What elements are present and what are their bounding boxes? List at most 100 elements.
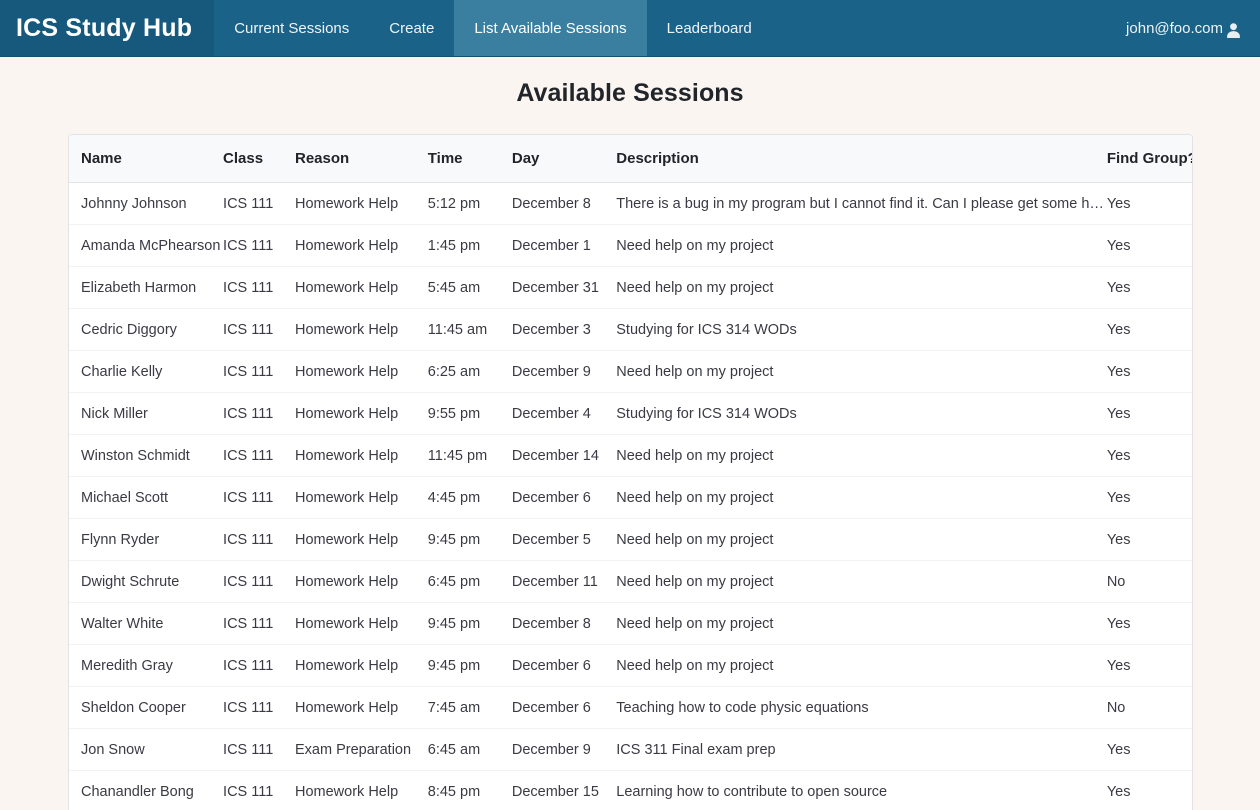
table-row[interactable]: Johnny Johnson ICS 111 Homework Help 5:12 p… <box>69 183 1192 225</box>
cell-name: Elizabeth Harmon <box>81 280 197 296</box>
table-row[interactable]: Jon Snow ICS 111 Exam Preparation 6:45 am De… <box>69 729 1192 771</box>
column-header-find-group[interactable]: Find Group? <box>1107 135 1192 183</box>
available-sessions-table: Name Class Reason Time Day Description F… <box>69 135 1192 810</box>
cell-find-group: Yes <box>1106 280 1131 296</box>
cell-day: December 6 <box>511 658 591 674</box>
cell-day: December 8 <box>511 616 591 632</box>
cell-time: 9:45 pm <box>427 616 481 632</box>
cell-class: ICS 111 <box>223 490 274 506</box>
cell-find-group: No <box>1106 700 1126 716</box>
cell-day: December 5 <box>511 532 591 548</box>
cell-class: ICS 111 <box>223 574 274 590</box>
cell-time: 9:55 pm <box>427 406 481 422</box>
cell-day: December 6 <box>511 700 591 716</box>
column-header-description[interactable]: Description <box>616 135 1107 183</box>
cell-find-group: Yes <box>1106 616 1131 632</box>
cell-class: ICS 111 <box>223 784 274 800</box>
table-row[interactable]: Winston Schmidt ICS 111 Homework Help 11:45… <box>69 435 1192 477</box>
cell-find-group: Yes <box>1106 490 1131 506</box>
column-header-name[interactable]: Name <box>69 135 223 183</box>
cell-name: Michael Scott <box>81 490 169 506</box>
table-row[interactable]: Charlie Kelly ICS 111 Homework Help 6:25 am… <box>69 351 1192 393</box>
cell-description: There is a bug in my program but I canno… <box>616 196 1107 212</box>
nav-link-create[interactable]: Create <box>369 0 454 56</box>
cell-day: December 6 <box>511 490 591 506</box>
cell-description: Need help on my project <box>616 574 774 590</box>
cell-time: 4:45 pm <box>427 490 481 506</box>
cell-find-group: Yes <box>1106 364 1131 380</box>
cell-reason: Exam Preparation <box>295 742 412 758</box>
cell-class: ICS 111 <box>223 238 274 254</box>
cell-find-group: Yes <box>1106 658 1131 674</box>
user-menu[interactable]: john@foo.com <box>1126 0 1260 56</box>
cell-class: ICS 111 <box>223 448 274 464</box>
cell-reason: Homework Help <box>295 574 399 590</box>
cell-reason: Homework Help <box>295 322 399 338</box>
cell-reason: Homework Help <box>295 448 399 464</box>
table-row[interactable]: Nick Miller ICS 111 Homework Help 9:55 pm De… <box>69 393 1192 435</box>
cell-description: Need help on my project <box>616 616 774 632</box>
cell-description: Studying for ICS 314 WODs <box>616 322 797 338</box>
cell-time: 5:12 pm <box>427 196 481 212</box>
cell-reason: Homework Help <box>295 616 399 632</box>
cell-class: ICS 111 <box>223 616 274 632</box>
cell-day: December 3 <box>511 322 591 338</box>
sessions-panel: Name Class Reason Time Day Description F… <box>68 134 1193 810</box>
cell-day: December 8 <box>511 196 591 212</box>
cell-class: ICS 111 <box>223 700 274 716</box>
table-row[interactable]: Flynn Ryder ICS 111 Homework Help 9:45 pm De… <box>69 519 1192 561</box>
cell-time: 7:45 am <box>427 700 481 716</box>
cell-class: ICS 111 <box>223 364 274 380</box>
nav-link-leaderboard[interactable]: Leaderboard <box>647 0 772 56</box>
cell-find-group: Yes <box>1106 742 1131 758</box>
cell-reason: Homework Help <box>295 364 399 380</box>
cell-day: December 31 <box>511 280 599 296</box>
brand-logo[interactable]: ICS Study Hub <box>0 0 215 56</box>
cell-description: Teaching how to code physic equations <box>616 700 869 716</box>
table-row[interactable]: Elizabeth Harmon ICS 111 Homework Help 5:45… <box>69 267 1192 309</box>
column-header-time[interactable]: Time <box>428 135 512 183</box>
cell-class: ICS 111 <box>223 658 274 674</box>
cell-find-group: Yes <box>1106 532 1131 548</box>
cell-find-group: Yes <box>1106 448 1131 464</box>
cell-day: December 14 <box>511 448 599 464</box>
table-row[interactable]: Walter White ICS 111 Homework Help 9:45 pm D… <box>69 603 1192 645</box>
cell-description: Learning how to contribute to open sourc… <box>616 784 888 800</box>
cell-find-group: Yes <box>1106 322 1131 338</box>
table-row[interactable]: Cedric Diggory ICS 111 Homework Help 11:45 … <box>69 309 1192 351</box>
table-row[interactable]: Dwight Schrute ICS 111 Homework Help 6:45 p… <box>69 561 1192 603</box>
cell-time: 9:45 pm <box>427 532 481 548</box>
cell-description: Need help on my project <box>616 490 774 506</box>
page-title: Available Sessions <box>516 79 744 107</box>
nav-link-current-sessions[interactable]: Current Sessions <box>214 0 369 56</box>
cell-name: Amanda McPhearson <box>81 238 221 254</box>
cell-time: 11:45 pm <box>427 448 488 464</box>
cell-name: Cedric Diggory <box>81 322 177 338</box>
cell-name: Dwight Schrute <box>81 574 180 590</box>
cell-time: 5:45 am <box>427 280 481 296</box>
cell-class: ICS 111 <box>223 532 274 548</box>
cell-time: 6:25 am <box>427 364 481 380</box>
cell-description: Need help on my project <box>616 532 774 548</box>
cell-description: Need help on my project <box>616 658 774 674</box>
cell-description: Need help on my project <box>616 238 774 254</box>
cell-class: ICS 111 <box>223 280 274 296</box>
column-header-class[interactable]: Class <box>223 135 295 183</box>
cell-reason: Homework Help <box>295 490 399 506</box>
table-row[interactable]: Amanda McPhearson ICS 111 Homework Help 1:4… <box>69 225 1192 267</box>
cell-description: Need help on my project <box>616 280 774 296</box>
cell-class: ICS 111 <box>223 742 274 758</box>
cell-name: Meredith Gray <box>81 658 173 674</box>
table-row[interactable]: Michael Scott ICS 111 Homework Help 4:45 pm… <box>69 477 1192 519</box>
nav-link-list-available-sessions[interactable]: List Available Sessions <box>454 0 647 56</box>
cell-name: Chanandler Bong <box>81 784 194 800</box>
cell-name: Sheldon Cooper <box>81 700 186 716</box>
cell-day: December 15 <box>511 784 599 800</box>
table-row[interactable]: Chanandler Bong ICS 111 Homework Help 8:45 … <box>69 771 1192 810</box>
column-header-day[interactable]: Day <box>512 135 616 183</box>
table-row[interactable]: Sheldon Cooper ICS 111 Homework Help 7:45 a… <box>69 687 1192 729</box>
table-row[interactable]: Meredith Gray ICS 111 Homework Help 9:45 pm… <box>69 645 1192 687</box>
cell-description: Need help on my project <box>616 364 774 380</box>
navbar: ICS Study Hub Current Sessions Create Li… <box>0 0 1260 57</box>
column-header-reason[interactable]: Reason <box>295 135 428 183</box>
